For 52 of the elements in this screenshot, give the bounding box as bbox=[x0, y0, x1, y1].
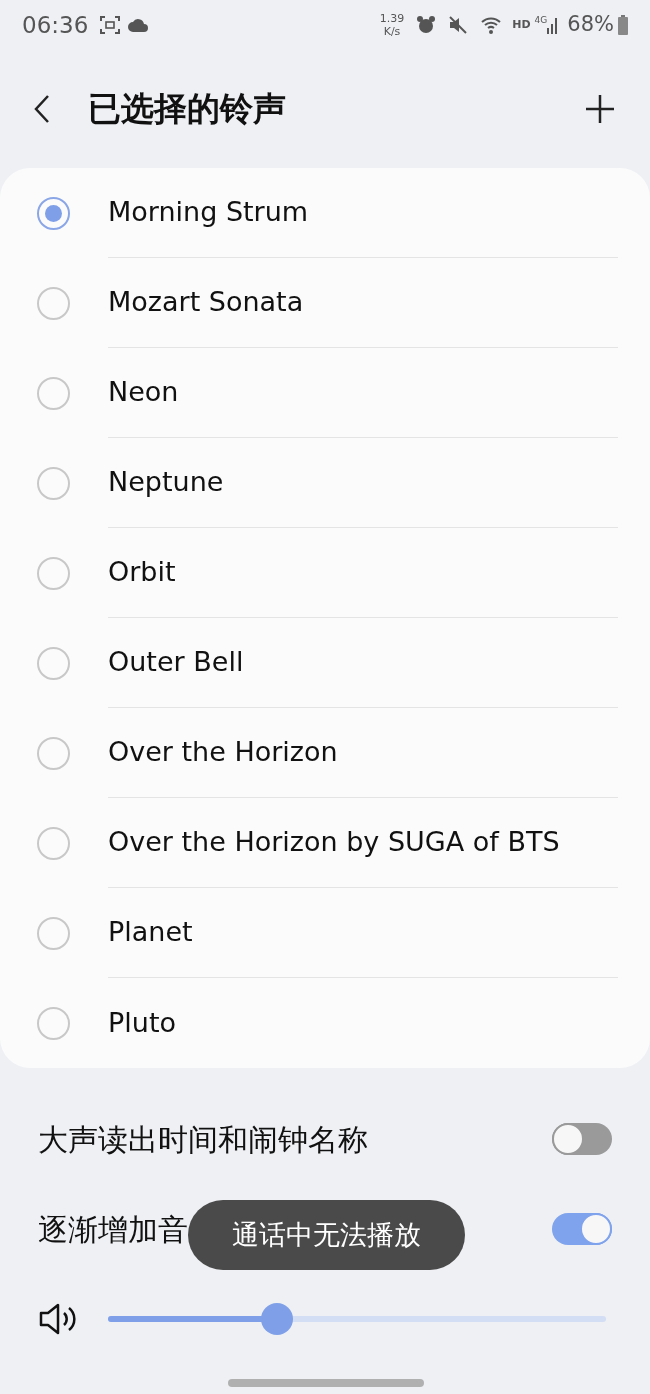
setting-label: 大声读出时间和闹钟名称 bbox=[38, 1120, 368, 1159]
ringtone-item[interactable]: Neon bbox=[0, 348, 650, 438]
toast-message: 通话中无法播放 bbox=[188, 1200, 465, 1270]
ringtone-item[interactable]: Outer Bell bbox=[0, 618, 650, 708]
volume-slider[interactable] bbox=[108, 1303, 606, 1335]
mute-icon bbox=[448, 15, 469, 35]
setting-label: 逐渐增加音 bbox=[38, 1210, 188, 1249]
speed-value: 1.39 bbox=[379, 12, 405, 25]
radio-button[interactable] bbox=[36, 916, 70, 950]
radio-button[interactable] bbox=[36, 376, 70, 410]
slider-thumb[interactable] bbox=[261, 1303, 294, 1335]
ringtone-name: Morning Strum bbox=[108, 195, 309, 230]
radio-button[interactable] bbox=[36, 556, 70, 590]
radio-button[interactable] bbox=[36, 826, 70, 860]
ringtone-item[interactable]: Pluto bbox=[0, 978, 650, 1068]
status-time: 06:36 bbox=[22, 10, 89, 40]
ringtone-name: Pluto bbox=[108, 1005, 176, 1040]
hd-label: HD bbox=[512, 16, 531, 33]
ringtone-name: Over the Horizon bbox=[108, 735, 338, 770]
battery-icon bbox=[618, 15, 628, 35]
radio-button[interactable] bbox=[36, 466, 70, 500]
network-label: 4G bbox=[534, 14, 548, 27]
volume-icon bbox=[38, 1302, 78, 1336]
signal-icon bbox=[547, 16, 560, 34]
ringtone-name: Over the Horizon by SUGA of BTS bbox=[108, 825, 560, 860]
ringtone-name: Planet bbox=[108, 915, 193, 950]
page-title: 已选择的铃声 bbox=[88, 88, 286, 131]
toggle-switch[interactable] bbox=[552, 1123, 612, 1155]
battery-percent: 68% bbox=[567, 11, 614, 39]
radio-button[interactable] bbox=[36, 1006, 70, 1040]
back-icon[interactable] bbox=[34, 94, 50, 124]
radio-button[interactable] bbox=[36, 286, 70, 320]
radio-button[interactable] bbox=[36, 736, 70, 770]
ringtone-item[interactable]: Over the Horizon by SUGA of BTS bbox=[0, 798, 650, 888]
ringtone-name: Neon bbox=[108, 375, 179, 410]
ringtone-name: Neptune bbox=[108, 465, 224, 500]
ringtone-item[interactable]: Morning Strum bbox=[0, 168, 650, 258]
toggle-switch[interactable] bbox=[552, 1213, 612, 1245]
radio-button[interactable] bbox=[36, 646, 70, 680]
ringtone-item[interactable]: Mozart Sonata bbox=[0, 258, 650, 348]
ringtone-item[interactable]: Over the Horizon bbox=[0, 708, 650, 798]
ringtone-name: Orbit bbox=[108, 555, 176, 590]
ringtone-item[interactable]: Orbit bbox=[0, 528, 650, 618]
ringtone-name: Outer Bell bbox=[108, 645, 244, 680]
radio-button[interactable] bbox=[36, 196, 70, 230]
ringtone-name: Mozart Sonata bbox=[108, 285, 304, 320]
screen-record-icon bbox=[100, 16, 121, 34]
ringtone-item[interactable]: Neptune bbox=[0, 438, 650, 528]
add-icon[interactable] bbox=[584, 93, 616, 125]
speed-unit: K/s bbox=[383, 25, 401, 38]
ringtone-item[interactable]: Planet bbox=[0, 888, 650, 978]
cloud-icon bbox=[128, 18, 149, 32]
